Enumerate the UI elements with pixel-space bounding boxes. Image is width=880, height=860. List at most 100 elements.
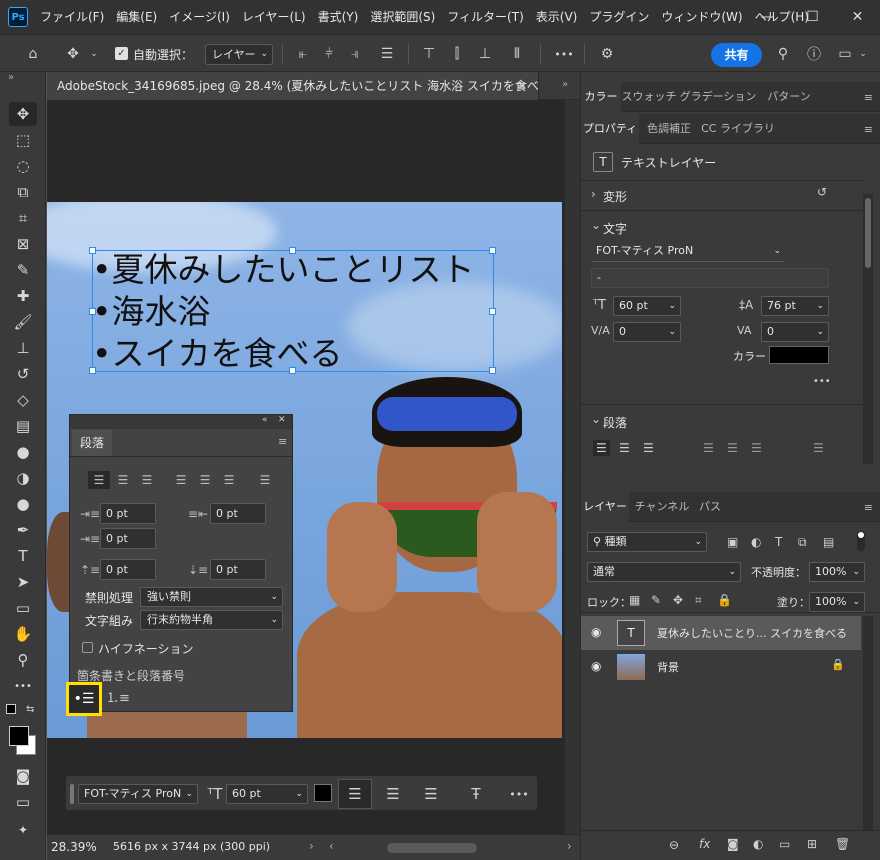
maximize-button[interactable]: ☐: [790, 0, 835, 34]
space-before-field[interactable]: 0 pt: [100, 559, 156, 580]
hand-tool-icon[interactable]: ✋: [9, 622, 37, 646]
crop-tool-icon[interactable]: ⌗: [9, 206, 37, 230]
lock-image-icon[interactable]: ✎: [651, 593, 661, 607]
healing-brush-tool-icon[interactable]: ✚: [9, 284, 37, 308]
mojikumi-dropdown[interactable]: 行末約物半角 ⌄: [140, 610, 283, 630]
align-right-icon[interactable]: ☰: [416, 782, 446, 806]
lasso-tool-icon[interactable]: ◌: [9, 154, 37, 178]
layers-scrollbar[interactable]: [863, 616, 873, 830]
preset-chevron-down-icon[interactable]: ⌄: [88, 43, 100, 65]
panel-menu-icon[interactable]: ≡: [864, 123, 873, 136]
document-tab[interactable]: AdobeStock_34169685.jpeg @ 28.4% (夏休みしたい…: [47, 72, 539, 100]
more-options-icon[interactable]: •••: [504, 782, 534, 806]
history-brush-tool-icon[interactable]: ↺: [9, 362, 37, 386]
workspace-icon[interactable]: ▭: [834, 43, 856, 65]
justify-all-icon[interactable]: ☰: [813, 441, 824, 455]
justify-last-center-icon[interactable]: ☰: [727, 441, 738, 455]
align-center-icon[interactable]: ☰: [378, 782, 408, 806]
properties-scrollbar[interactable]: [863, 194, 873, 464]
share-button[interactable]: 共有: [711, 43, 762, 67]
eyedropper-tool-icon[interactable]: ✎: [9, 258, 37, 282]
panel-menu-icon[interactable]: ≡: [864, 91, 873, 104]
more-tools-icon[interactable]: •••: [9, 674, 37, 698]
add-mask-icon[interactable]: ◙: [727, 837, 739, 851]
layer-row-text[interactable]: ◉ T 夏休みしたいことり... スイカを食べる: [581, 616, 861, 650]
visibility-eye-icon[interactable]: ◉: [591, 659, 601, 673]
scroll-left-icon[interactable]: ‹: [329, 839, 334, 853]
chevron-right-icon[interactable]: ›: [591, 187, 596, 201]
canvas-vertical-scrollbar[interactable]: [565, 100, 580, 834]
justify-last-right-icon[interactable]: ☰: [751, 441, 762, 455]
tab-paragraph[interactable]: 段落: [72, 430, 112, 456]
filter-smart-object-icon[interactable]: ▤: [823, 535, 834, 549]
align-top-edges-icon[interactable]: ⊤: [418, 43, 440, 65]
tab-gradients[interactable]: グラデーション: [677, 82, 759, 112]
pen-tool-icon[interactable]: ✒: [9, 518, 37, 542]
status-expand-icon[interactable]: ›: [309, 839, 314, 853]
rectangle-tool-icon[interactable]: ▭: [9, 596, 37, 620]
tab-cc-libraries[interactable]: CC ライブラリ: [699, 114, 777, 144]
layer-filter-dropdown[interactable]: ⚲ 種類 ⌄: [587, 532, 707, 552]
align-center-icon[interactable]: ☰: [112, 471, 134, 489]
align-left-edges-icon[interactable]: ⫦: [292, 43, 314, 65]
align-vertical-centers-icon[interactable]: ⫿: [446, 43, 468, 65]
new-layer-icon[interactable]: ⊞: [807, 837, 817, 851]
align-left-icon[interactable]: ☰: [593, 440, 610, 456]
align-right-icon[interactable]: ☰: [643, 441, 654, 455]
tab-patterns[interactable]: パターン: [759, 82, 819, 112]
visibility-eye-icon[interactable]: ◉: [591, 625, 601, 639]
align-right-icon[interactable]: ☰: [136, 471, 158, 489]
zoom-loupe-tool-icon[interactable]: ●: [9, 492, 37, 516]
foreground-color-swatch[interactable]: [9, 726, 29, 746]
blend-mode-dropdown[interactable]: 通常 ⌄: [587, 562, 741, 582]
drag-handle[interactable]: [70, 784, 74, 804]
transform-handle[interactable]: [489, 367, 496, 374]
auto-select-checkbox[interactable]: ✓: [115, 47, 128, 60]
search-icon[interactable]: ⚲: [772, 43, 794, 65]
lock-all-icon[interactable]: 🔒: [717, 593, 732, 607]
justify-last-right-icon[interactable]: ☰: [218, 471, 240, 489]
filter-type-icon[interactable]: T: [775, 535, 782, 549]
chevron-down-icon[interactable]: ⌄: [591, 412, 601, 426]
menu-item[interactable]: フィルター(T): [441, 0, 529, 34]
bulleted-list-button[interactable]: •☰: [66, 682, 102, 716]
tab-swatches[interactable]: スウォッチ: [621, 82, 677, 112]
font-style-dropdown[interactable]: -: [591, 268, 829, 288]
align-left-icon[interactable]: ☰: [338, 779, 372, 809]
collapse-panel-icon[interactable]: «: [262, 415, 268, 425]
distribute-vertical-icon[interactable]: ⦀: [506, 43, 528, 65]
tab-adjustments[interactable]: 色調補正: [639, 114, 699, 144]
tab-color[interactable]: カラー: [581, 82, 621, 112]
opacity-field[interactable]: 100% ⌄: [809, 562, 865, 582]
auto-select-target-dropdown[interactable]: レイヤー ⌄: [205, 44, 273, 65]
help-icon[interactable]: ⓘ: [803, 43, 825, 65]
numbered-list-icon[interactable]: ⒈≡: [106, 687, 130, 706]
zoom-level[interactable]: 28.39%: [51, 840, 97, 854]
transform-handle[interactable]: [289, 247, 296, 254]
swap-colors-icon[interactable]: ⇆: [26, 704, 34, 715]
link-layers-icon[interactable]: ⊖: [669, 838, 679, 852]
transform-handle[interactable]: [89, 247, 96, 254]
font-family-dropdown[interactable]: FOT-マティス ProN ⌄: [591, 242, 785, 262]
close-window-button[interactable]: ✕: [835, 0, 880, 34]
more-options-icon[interactable]: •••: [552, 43, 576, 65]
brush-tool-icon[interactable]: 🖌: [9, 310, 37, 334]
justify-all-icon[interactable]: ☰: [254, 471, 276, 489]
panel-menu-icon[interactable]: ≡: [278, 435, 287, 448]
font-size-dropdown[interactable]: 60 pt ⌄: [226, 784, 308, 804]
move-tool-icon[interactable]: ✥: [9, 102, 37, 126]
align-horizontal-centers-icon[interactable]: ⫩: [318, 43, 340, 65]
fill-field[interactable]: 100% ⌄: [809, 592, 865, 612]
indent-right-field[interactable]: 0 pt: [210, 503, 266, 524]
tab-channels[interactable]: チャンネル: [629, 492, 695, 522]
quick-mask-icon[interactable]: ◙: [9, 764, 37, 788]
indent-first-line-field[interactable]: 0 pt: [100, 528, 156, 549]
minimize-button[interactable]: —: [745, 0, 790, 34]
transform-handle[interactable]: [89, 367, 96, 374]
chevron-down-icon[interactable]: ⌄: [591, 218, 601, 232]
lock-transparent-icon[interactable]: ▦: [629, 593, 640, 607]
move-tool-preset-icon[interactable]: ✥: [62, 43, 84, 65]
kinsoku-dropdown[interactable]: 強い禁則 ⌄: [140, 587, 283, 607]
layer-effects-icon[interactable]: fx: [699, 837, 710, 851]
menu-item[interactable]: 表示(V): [530, 0, 584, 34]
